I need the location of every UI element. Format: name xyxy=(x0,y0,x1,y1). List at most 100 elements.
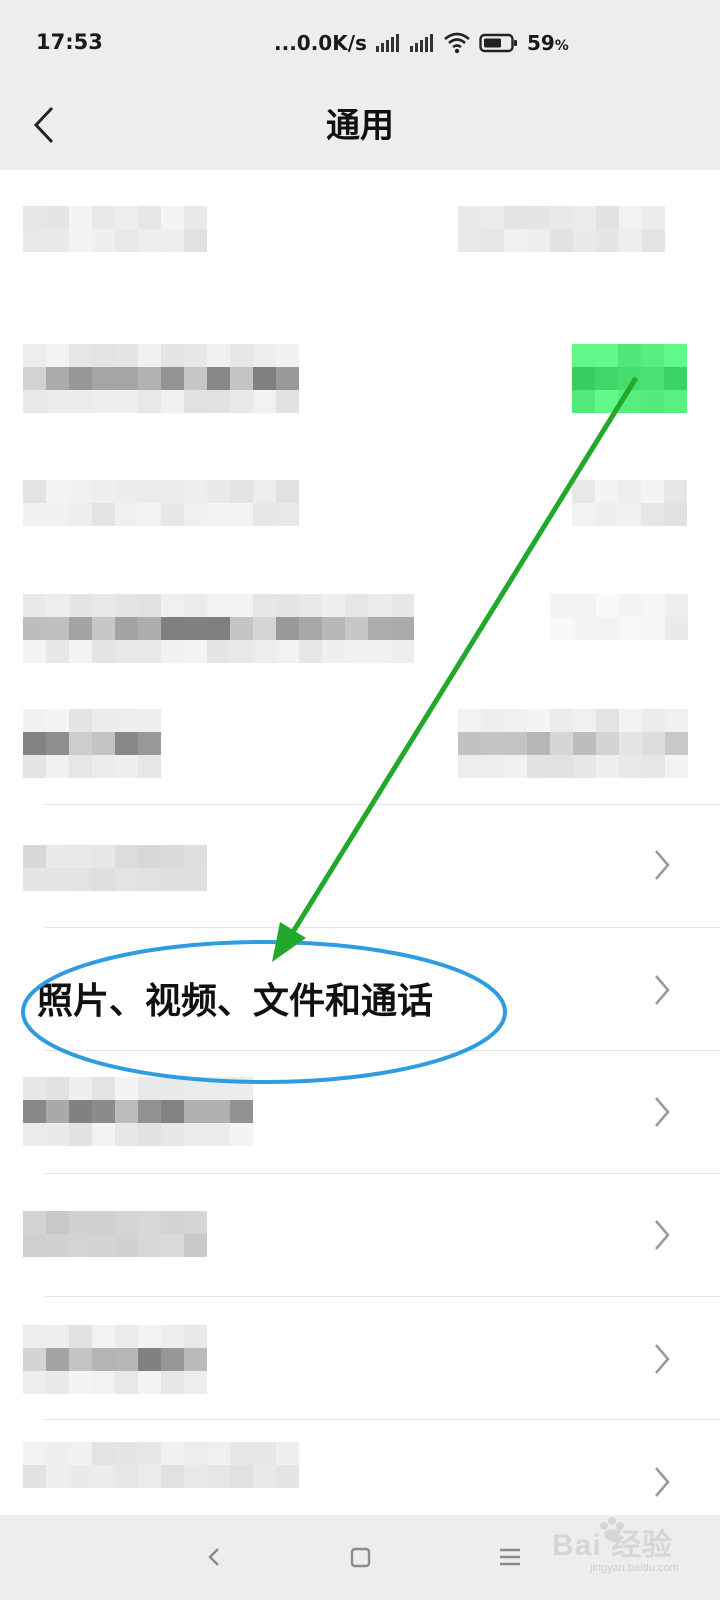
mosaic-cell xyxy=(46,1348,69,1371)
list-item[interactable] xyxy=(0,446,720,584)
title-bar: 通用 xyxy=(0,84,720,170)
mosaic-cell xyxy=(46,503,69,526)
mosaic-cell xyxy=(92,1211,115,1234)
list-item[interactable] xyxy=(0,706,720,806)
mosaic-cell xyxy=(46,845,69,868)
mosaic-cell xyxy=(207,1100,230,1123)
mosaic-cell xyxy=(23,1442,46,1465)
mosaic-cell xyxy=(161,1465,184,1488)
mosaic-cell xyxy=(69,1348,92,1371)
chevron-right-icon xyxy=(655,850,670,880)
mosaic-cell xyxy=(619,594,642,617)
mosaic-cell xyxy=(527,709,550,732)
blurred-label xyxy=(23,1077,253,1146)
menu-lines-icon[interactable] xyxy=(490,1537,530,1577)
mosaic-cell xyxy=(115,1442,138,1465)
mosaic-cell xyxy=(368,640,391,663)
mosaic-cell xyxy=(161,480,184,503)
mosaic-cell xyxy=(46,868,69,891)
mosaic-cell xyxy=(138,344,161,367)
mosaic-cell xyxy=(527,755,550,778)
mosaic-cell xyxy=(276,640,299,663)
mosaic-cell xyxy=(92,868,115,891)
mosaic-cell xyxy=(550,206,573,229)
mosaic-cell xyxy=(184,845,207,868)
mosaic-cell xyxy=(619,617,642,640)
mosaic-cell xyxy=(138,640,161,663)
mosaic-cell xyxy=(138,617,161,640)
mosaic-cell xyxy=(23,1211,46,1234)
chevron-right-icon xyxy=(655,1344,670,1374)
mosaic-cell xyxy=(46,1442,69,1465)
back-triangle-icon[interactable] xyxy=(194,1537,234,1577)
blurred-value xyxy=(572,480,687,526)
mosaic-cell xyxy=(23,1077,46,1100)
mosaic-cell xyxy=(207,594,230,617)
blurred-label xyxy=(23,594,414,663)
mosaic-cell xyxy=(161,390,184,413)
mosaic-cell xyxy=(138,594,161,617)
blurred-value xyxy=(550,594,688,640)
home-square-icon[interactable] xyxy=(340,1537,380,1577)
watermark-url: jingyan.baidu.com xyxy=(590,1562,679,1574)
mosaic-cell xyxy=(92,1100,115,1123)
mosaic-cell xyxy=(481,709,504,732)
blurred-label xyxy=(23,344,299,413)
mosaic-cell xyxy=(69,229,92,252)
mosaic-cell xyxy=(253,1442,276,1465)
blurred-label xyxy=(23,845,207,891)
list-item[interactable] xyxy=(0,584,720,722)
mosaic-cell xyxy=(138,709,161,732)
mosaic-cell xyxy=(69,1211,92,1234)
mosaic-cell xyxy=(550,229,573,252)
mosaic-cell xyxy=(69,1123,92,1146)
mosaic-cell xyxy=(138,1348,161,1371)
mosaic-cell xyxy=(299,640,322,663)
mosaic-cell xyxy=(527,229,550,252)
mosaic-cell xyxy=(69,367,92,390)
mosaic-cell xyxy=(69,1465,92,1488)
mosaic-cell xyxy=(276,1442,299,1465)
mosaic-cell xyxy=(230,344,253,367)
mosaic-cell xyxy=(276,480,299,503)
mosaic-cell xyxy=(115,594,138,617)
list-item[interactable] xyxy=(0,1297,720,1419)
mosaic-cell xyxy=(276,367,299,390)
mosaic-cell xyxy=(619,206,642,229)
mosaic-cell xyxy=(573,617,596,640)
mosaic-cell xyxy=(92,617,115,640)
mosaic-cell xyxy=(253,344,276,367)
mosaic-cell xyxy=(642,732,665,755)
list-item[interactable] xyxy=(0,308,720,446)
mosaic-cell xyxy=(207,390,230,413)
mosaic-cell xyxy=(23,1348,46,1371)
mosaic-cell xyxy=(641,480,664,503)
mosaic-cell xyxy=(69,1442,92,1465)
mosaic-cell xyxy=(92,1234,115,1257)
mosaic-cell xyxy=(115,640,138,663)
list-item[interactable] xyxy=(0,1420,720,1515)
mosaic-cell xyxy=(230,1465,253,1488)
mosaic-cell xyxy=(458,206,481,229)
blurred-label xyxy=(23,709,161,778)
mosaic-cell xyxy=(115,709,138,732)
mosaic-cell xyxy=(69,732,92,755)
mosaic-cell xyxy=(69,480,92,503)
mosaic-cell xyxy=(458,709,481,732)
blurred-label xyxy=(23,1442,299,1488)
mosaic-cell xyxy=(184,1465,207,1488)
mosaic-cell xyxy=(69,594,92,617)
mosaic-cell xyxy=(345,617,368,640)
list-item[interactable] xyxy=(0,170,720,308)
mosaic-cell xyxy=(207,1077,230,1100)
mosaic-cell xyxy=(596,229,619,252)
mosaic-cell xyxy=(161,640,184,663)
list-item[interactable] xyxy=(0,1174,720,1296)
mosaic-cell xyxy=(481,206,504,229)
list-item[interactable] xyxy=(0,805,720,927)
mosaic-cell xyxy=(138,1234,161,1257)
mosaic-cell xyxy=(46,344,69,367)
mosaic-cell xyxy=(161,1348,184,1371)
list-item[interactable] xyxy=(0,1051,720,1173)
mosaic-cell xyxy=(92,1442,115,1465)
